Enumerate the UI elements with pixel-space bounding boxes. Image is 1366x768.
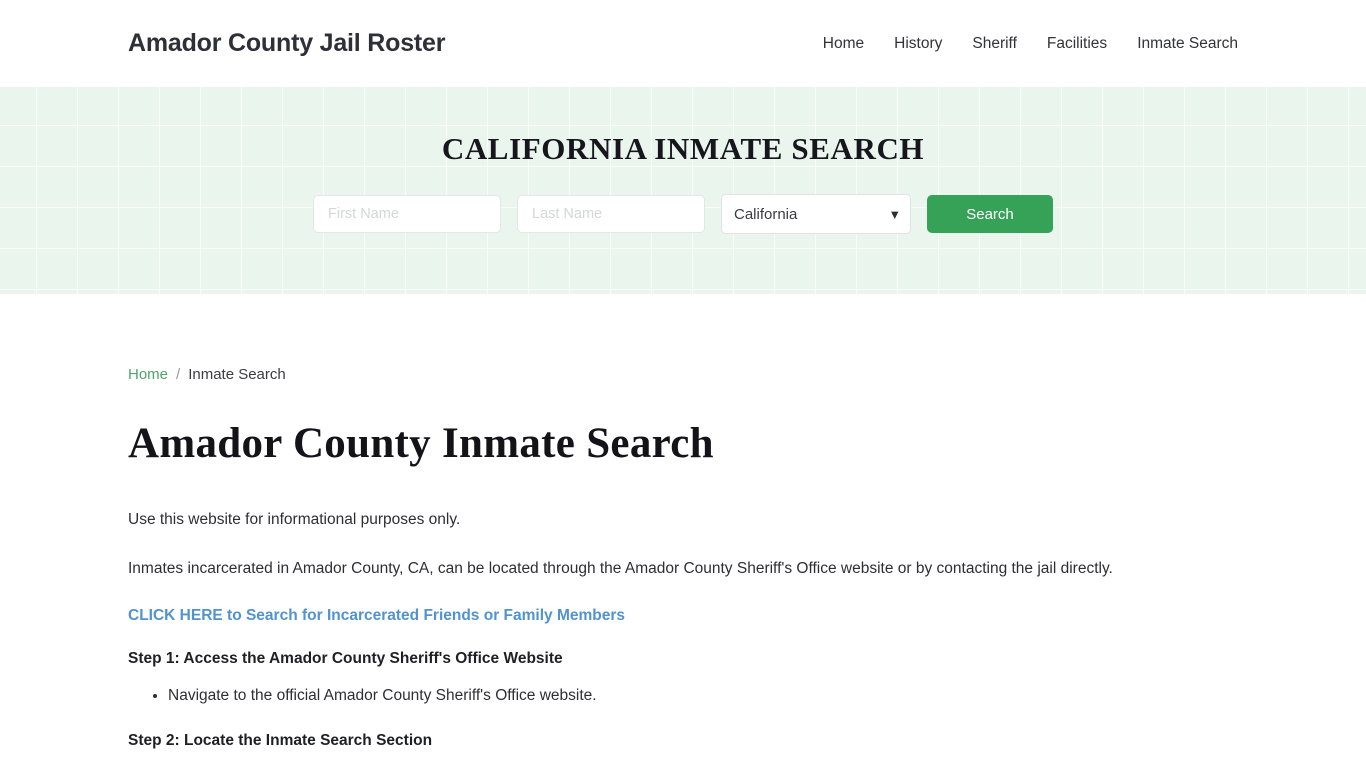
state-select-wrapper: California ▾ bbox=[721, 194, 911, 234]
breadcrumb-item-current: Inmate Search bbox=[188, 366, 286, 383]
step-1-heading: Step 1: Access the Amador County Sheriff… bbox=[128, 649, 563, 667]
site-title: Amador County Jail Roster bbox=[128, 29, 446, 57]
nav-item-inmate-search[interactable]: Inmate Search bbox=[1137, 35, 1238, 53]
step-1-list: Navigate to the official Amador County S… bbox=[128, 684, 1238, 707]
site-header: Amador County Jail Roster Home History S… bbox=[0, 0, 1366, 87]
step-2-heading: Step 2: Locate the Inmate Search Section bbox=[128, 731, 433, 749]
list-item: Navigate to the official Amador County S… bbox=[168, 684, 1238, 707]
page-title: Amador County Inmate Search bbox=[128, 420, 714, 467]
state-select[interactable]: California bbox=[721, 194, 911, 234]
last-name-input[interactable] bbox=[517, 195, 705, 233]
hero-search-section: California Inmate Search California ▾ Se… bbox=[0, 87, 1366, 294]
description-paragraph: Inmates incarcerated in Amador County, C… bbox=[128, 560, 1113, 578]
breadcrumb-separator: / bbox=[176, 366, 181, 383]
nav-item-history[interactable]: History bbox=[894, 35, 942, 53]
main-navigation: Home History Sheriff Facilities Inmate S… bbox=[823, 35, 1238, 53]
nav-item-facilities[interactable]: Facilities bbox=[1047, 35, 1107, 53]
nav-item-home[interactable]: Home bbox=[823, 35, 864, 53]
nav-item-sheriff[interactable]: Sheriff bbox=[972, 35, 1017, 53]
first-name-input[interactable] bbox=[313, 195, 501, 233]
hero-title: California Inmate Search bbox=[441, 131, 925, 166]
main-content: Home / Inmate Search Amador County Inmat… bbox=[0, 294, 1366, 768]
search-friends-family-link[interactable]: CLICK HERE to Search for Incarcerated Fr… bbox=[128, 607, 1238, 625]
breadcrumb-item-home[interactable]: Home bbox=[128, 366, 168, 383]
search-button[interactable]: Search bbox=[927, 195, 1053, 233]
breadcrumb: Home / Inmate Search bbox=[128, 294, 1238, 383]
intro-paragraph: Use this website for informational purpo… bbox=[128, 511, 461, 528]
inmate-search-form: California ▾ Search bbox=[313, 194, 1053, 234]
